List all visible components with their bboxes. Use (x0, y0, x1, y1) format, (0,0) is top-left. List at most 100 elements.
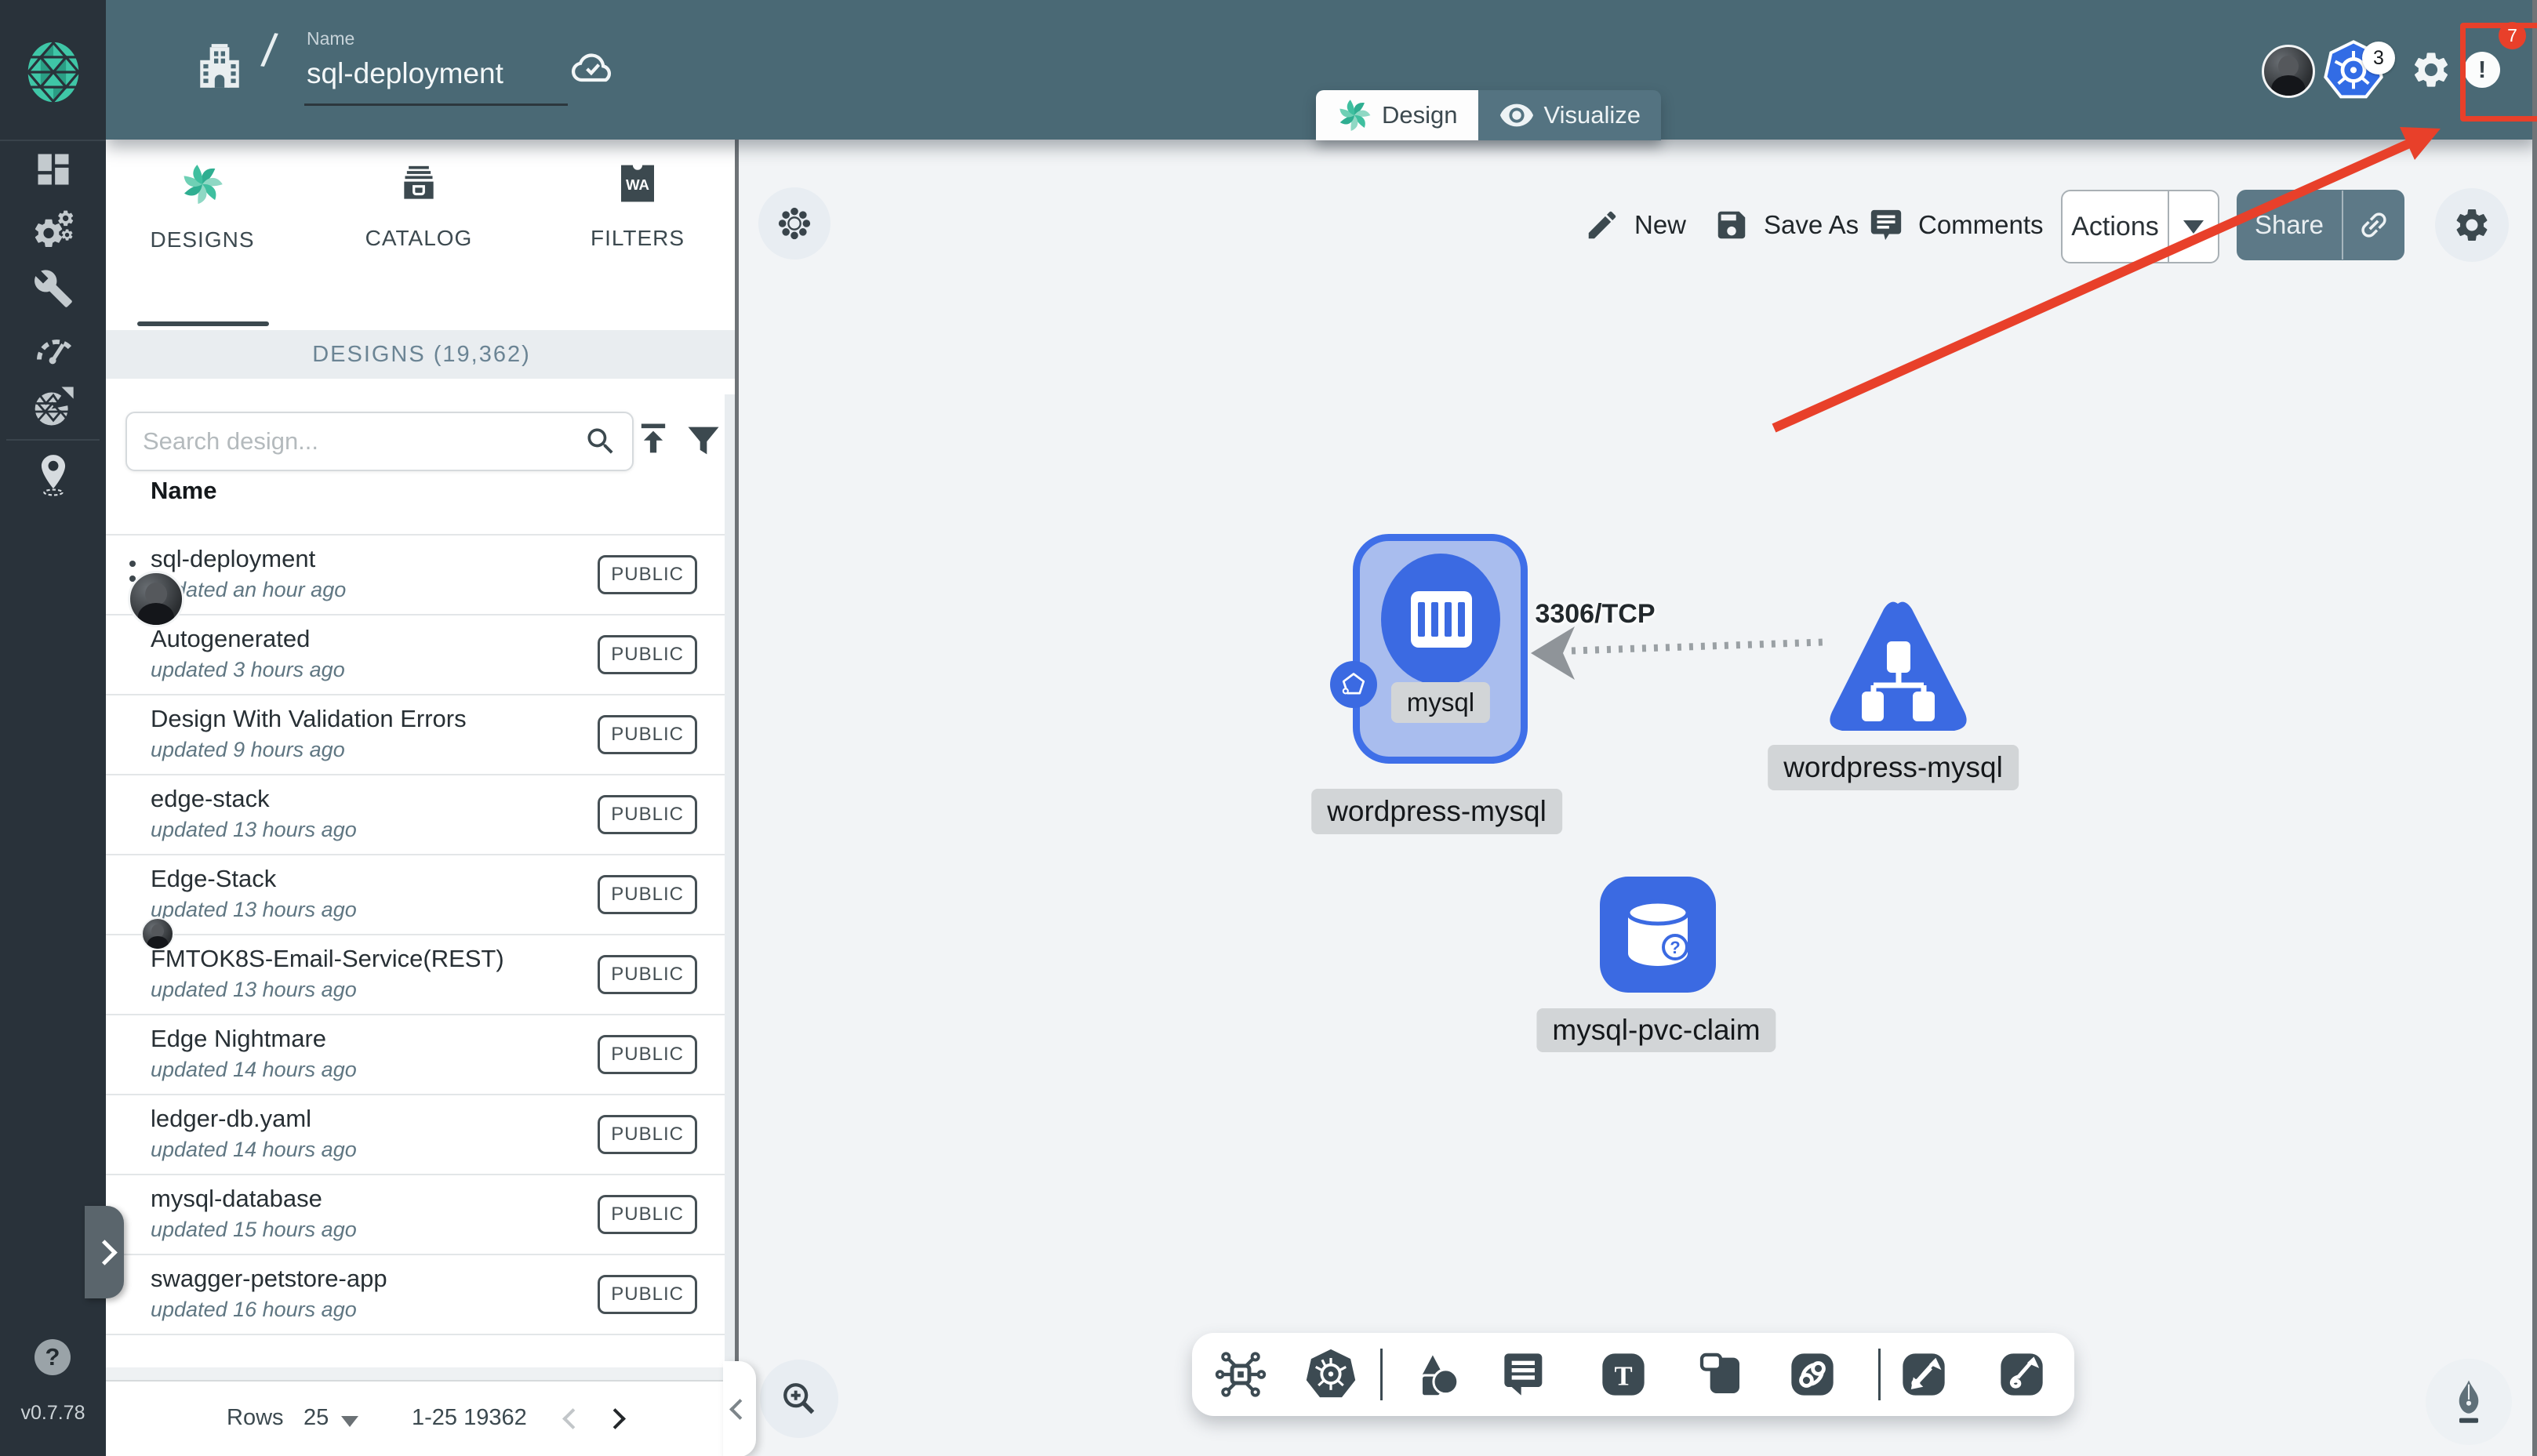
design-updated: updated 16 hours ago (151, 1298, 357, 1321)
design-list-item[interactable]: FMTOK8S-Email-Service(REST) updated 13 h… (106, 934, 725, 1014)
tab-visualize[interactable]: Visualize (1477, 90, 1662, 140)
zoom-in-icon (783, 1383, 815, 1414)
meshery-logo[interactable] (16, 34, 90, 110)
comments-button[interactable]: Comments (1868, 190, 2044, 260)
new-button[interactable]: New (1584, 190, 1686, 260)
sidebar-expand-handle[interactable] (85, 1206, 124, 1298)
design-visibility-badge: PUBLIC (598, 875, 697, 914)
design-visibility-badge: PUBLIC (598, 555, 697, 594)
svg-text:T: T (1614, 1361, 1632, 1391)
nav-dashboard-icon[interactable] (33, 149, 74, 190)
design-list-item[interactable]: swagger-petstore-app updated 16 hours ag… (106, 1254, 725, 1334)
design-name: edge-stack (151, 785, 270, 812)
organization-icon[interactable] (194, 41, 245, 93)
save-as-button[interactable]: Save As (1714, 190, 1859, 260)
tool-component-icon[interactable] (1215, 1349, 1267, 1400)
filter-funnel-icon[interactable] (683, 420, 724, 461)
panel-tab-filters[interactable]: WA FILTERS (543, 162, 732, 251)
actions-split-button[interactable]: Actions (2061, 190, 2219, 263)
design-list-item[interactable]: sql-deployment updated an hour ago PUBLI… (106, 534, 725, 627)
save-icon (1717, 211, 1746, 239)
pencil-icon (1588, 211, 1616, 239)
panel-collapse-handle[interactable] (723, 1361, 756, 1456)
designs-list: sql-deployment updated an hour ago PUBLI… (106, 534, 725, 1335)
design-list-item[interactable]: edge-stack updated 13 hours ago PUBLIC (106, 774, 725, 854)
design-name-input[interactable] (307, 57, 565, 90)
node-wordpress-mysql-service[interactable] (1823, 597, 1972, 739)
settings-gear-icon[interactable] (2410, 49, 2452, 91)
canvas-tool-dock: T (1192, 1333, 2074, 1416)
app-version: v0.7.78 (20, 1402, 85, 1424)
tab-design-label: Design (1382, 101, 1458, 129)
kubernetes-pentagon-badge[interactable] (1330, 661, 1377, 708)
tool-kubernetes-icon[interactable] (1303, 1347, 1358, 1402)
panel-canvas-divider[interactable] (735, 140, 739, 1456)
canvas-settings-button[interactable] (2435, 188, 2509, 262)
panel-tab-filters-label: FILTERS (590, 226, 685, 250)
nav-environment-pin-icon[interactable] (33, 453, 74, 497)
design-list-item[interactable]: ledger-db.yaml updated 14 hours ago PUBL… (106, 1094, 725, 1174)
tool-shapes-icon[interactable] (1408, 1348, 1462, 1401)
design-visibility-badge: PUBLIC (598, 715, 697, 754)
nav-configuration-icon[interactable] (33, 268, 74, 309)
nav-extensions-icon[interactable] (31, 384, 75, 428)
column-header-name: Name (151, 477, 217, 504)
design-owner-avatar (141, 917, 174, 950)
tool-pen-arrow-icon[interactable] (1899, 1349, 1949, 1400)
design-list-item[interactable]: Design With Validation Errors updated 9 … (106, 694, 725, 774)
design-name: ledger-db.yaml (151, 1105, 312, 1132)
actions-label: Actions (2071, 211, 2159, 241)
node-mysql-pvc-claim[interactable]: ? (1600, 877, 1716, 993)
tool-text-icon[interactable]: T (1598, 1349, 1648, 1400)
chevron-left-icon (729, 1398, 751, 1420)
design-updated: updated 14 hours ago (151, 1058, 357, 1081)
design-visibility-badge: PUBLIC (598, 795, 697, 834)
nav-performance-icon[interactable] (32, 328, 75, 370)
comments-icon (1870, 209, 1902, 241)
tool-doodle-icon[interactable] (1997, 1349, 2047, 1400)
design-search-box[interactable] (125, 412, 634, 471)
actions-divider (2168, 191, 2169, 262)
user-avatar[interactable] (2262, 45, 2315, 98)
panel-tab-designs-label: DESIGNS (150, 227, 255, 252)
rows-per-page-value[interactable]: 25 (303, 1405, 329, 1431)
nav-lifecycle-icon[interactable] (31, 210, 75, 254)
design-search-input[interactable] (141, 427, 583, 456)
tool-relationship-icon[interactable] (1787, 1349, 1837, 1400)
tab-visualize-label: Visualize (1543, 101, 1641, 129)
save-as-label: Save As (1764, 210, 1859, 239)
tab-design[interactable]: Design (1316, 90, 1478, 140)
design-canvas[interactable]: New Save As Comments Actions Share mysql… (739, 140, 2532, 1456)
canvas-options-button[interactable] (758, 187, 831, 260)
visualize-eye-icon (1499, 103, 1533, 127)
design-list-item[interactable]: Edge Nightmare updated 14 hours ago PUBL… (106, 1014, 725, 1094)
active-tab-underline (137, 321, 269, 326)
zoom-in-button[interactable] (760, 1360, 838, 1438)
previous-page-button[interactable] (562, 1408, 583, 1429)
actions-caret-icon[interactable] (2183, 220, 2204, 234)
tool-annotation-icon[interactable] (1500, 1349, 1550, 1400)
search-icon[interactable] (583, 424, 618, 459)
design-list-item[interactable]: Autogenerated updated 3 hours ago PUBLIC (106, 614, 725, 694)
panel-tab-designs[interactable]: DESIGNS (108, 162, 296, 252)
design-list-item[interactable]: mysql-database updated 15 hours ago PUBL… (106, 1174, 725, 1254)
design-visibility-badge: PUBLIC (598, 635, 697, 674)
panel-tab-catalog[interactable]: CATALOG (325, 162, 513, 251)
page-scrollbar[interactable] (2532, 0, 2537, 1456)
design-name: FMTOK8S-Email-Service(REST) (151, 945, 504, 972)
design-name-field-group: Name (307, 28, 565, 90)
rows-per-page-caret-icon[interactable] (341, 1416, 358, 1427)
design-visibility-badge: PUBLIC (598, 1275, 697, 1314)
chevron-right-icon (91, 1239, 118, 1265)
share-split-button[interactable]: Share (2237, 190, 2404, 260)
next-page-button[interactable] (605, 1408, 626, 1429)
dock-divider (1878, 1349, 1881, 1400)
design-name: sql-deployment (151, 545, 316, 572)
design-list-item[interactable]: Edge-Stack updated 13 hours ago PUBLIC (106, 854, 725, 950)
pentagon-icon (1342, 673, 1365, 695)
copy-link-icon[interactable] (2343, 208, 2404, 242)
freehand-pen-button[interactable] (2426, 1359, 2512, 1445)
upload-design-icon[interactable] (633, 419, 674, 459)
help-button[interactable]: ? (35, 1339, 71, 1375)
tool-note-icon[interactable] (1696, 1349, 1746, 1400)
